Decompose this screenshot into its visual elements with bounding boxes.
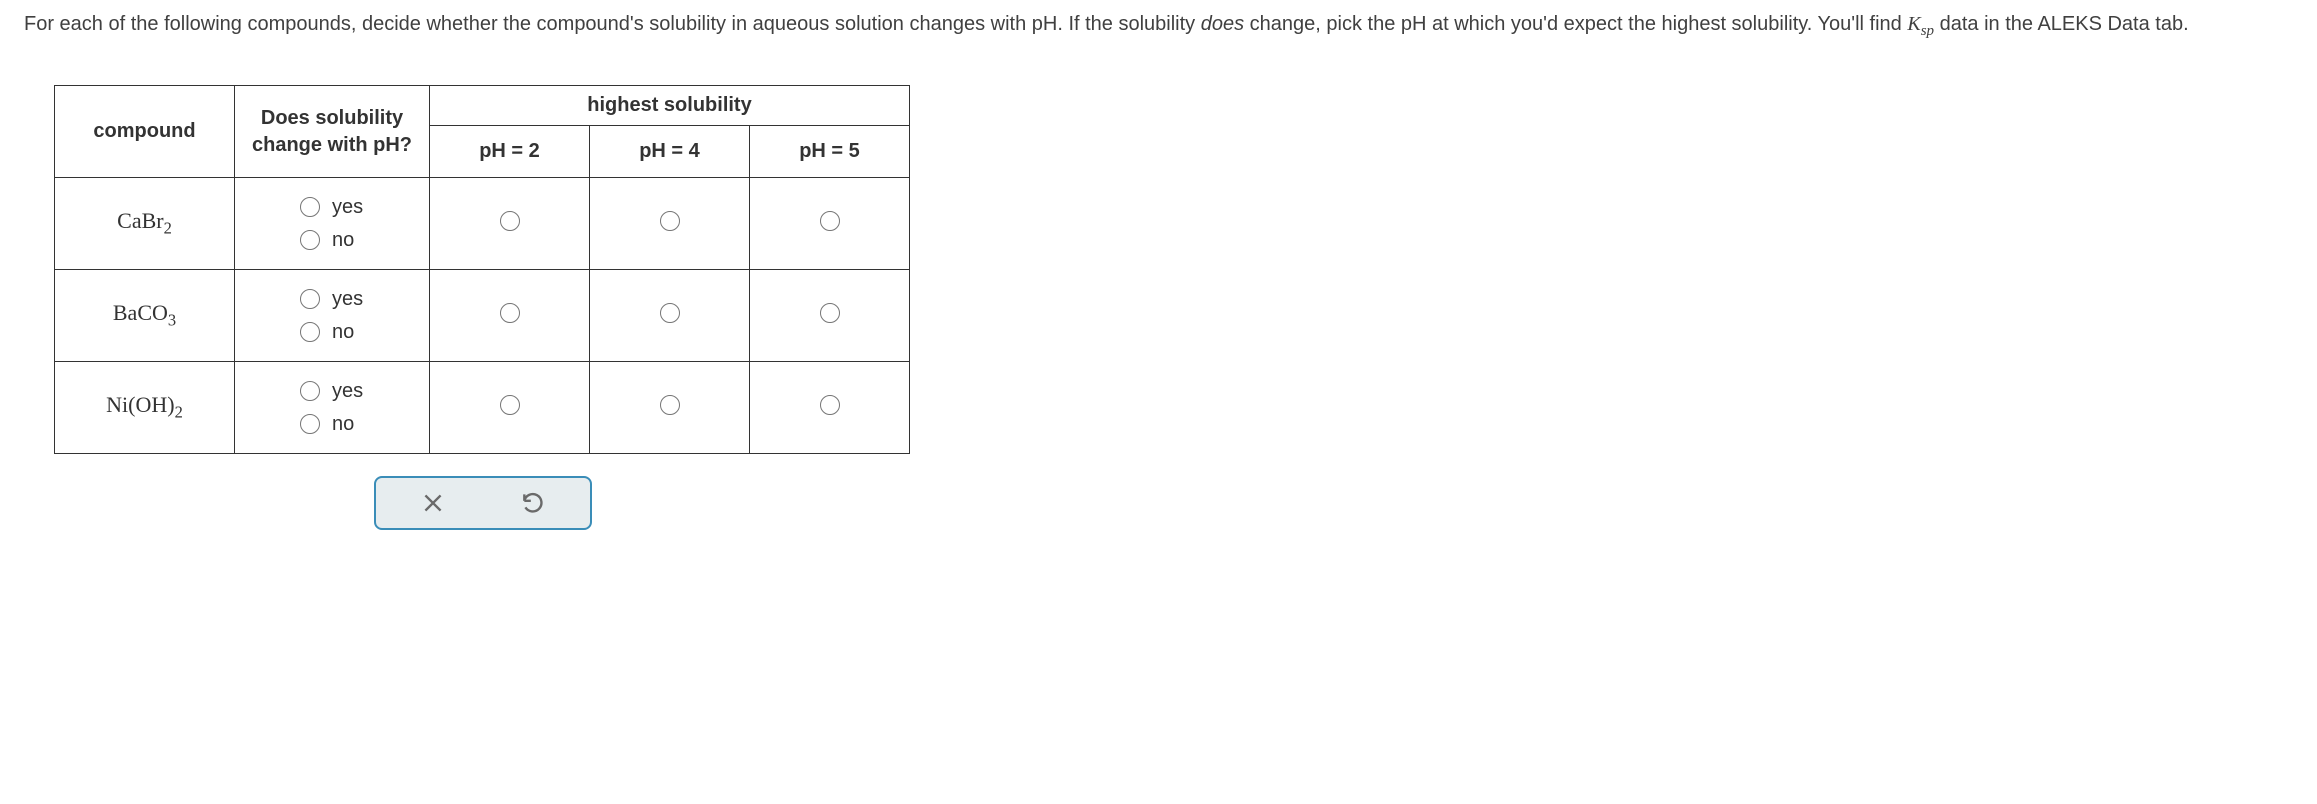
table-row: BaCO3 yes no bbox=[55, 270, 910, 362]
table-row: CaBr2 yes no bbox=[55, 178, 910, 270]
label-no: no bbox=[332, 321, 364, 344]
radio-ph5-1[interactable] bbox=[820, 211, 840, 231]
label-yes: yes bbox=[332, 288, 364, 311]
question-part2: change, pick the pH at which you'd expec… bbox=[1244, 13, 1907, 35]
compound-cabr2: CaBr2 bbox=[55, 178, 235, 270]
radio-yes-3[interactable] bbox=[300, 381, 320, 401]
change-cell-1: yes no bbox=[235, 178, 430, 270]
radio-ph5-2[interactable] bbox=[820, 303, 840, 323]
header-ph2: pH = 2 bbox=[430, 126, 590, 178]
radio-no-1[interactable] bbox=[300, 230, 320, 250]
label-yes: yes bbox=[332, 380, 364, 403]
radio-no-2[interactable] bbox=[300, 322, 320, 342]
header-ph5: pH = 5 bbox=[750, 126, 910, 178]
question-part1: For each of the following compounds, dec… bbox=[24, 13, 1201, 35]
close-icon bbox=[420, 490, 446, 516]
radio-ph2-1[interactable] bbox=[500, 211, 520, 231]
radio-no-3[interactable] bbox=[300, 414, 320, 434]
control-panel bbox=[374, 476, 592, 530]
header-change: Does solubility change with pH? bbox=[235, 86, 430, 178]
radio-ph2-3[interactable] bbox=[500, 395, 520, 415]
label-yes: yes bbox=[332, 196, 364, 219]
header-solubility: highest solubility bbox=[430, 86, 910, 126]
solubility-table: compound Does solubility change with pH?… bbox=[54, 85, 910, 454]
question-does: does bbox=[1201, 13, 1244, 35]
question-prompt: For each of the following compounds, dec… bbox=[24, 8, 2293, 43]
radio-yes-1[interactable] bbox=[300, 197, 320, 217]
table-row: Ni(OH)2 yes no bbox=[55, 362, 910, 454]
header-ph4: pH = 4 bbox=[590, 126, 750, 178]
header-compound: compound bbox=[55, 86, 235, 178]
undo-icon bbox=[520, 490, 546, 516]
compound-baco3: BaCO3 bbox=[55, 270, 235, 362]
radio-ph4-3[interactable] bbox=[660, 395, 680, 415]
radio-ph4-1[interactable] bbox=[660, 211, 680, 231]
radio-ph2-2[interactable] bbox=[500, 303, 520, 323]
radio-ph4-2[interactable] bbox=[660, 303, 680, 323]
label-no: no bbox=[332, 229, 364, 252]
label-no: no bbox=[332, 413, 364, 436]
clear-button[interactable] bbox=[418, 488, 448, 518]
ksp-symbol: Ksp bbox=[1907, 13, 1934, 35]
question-part3: data in the ALEKS Data tab. bbox=[1934, 13, 2189, 35]
change-cell-2: yes no bbox=[235, 270, 430, 362]
change-cell-3: yes no bbox=[235, 362, 430, 454]
radio-ph5-3[interactable] bbox=[820, 395, 840, 415]
radio-yes-2[interactable] bbox=[300, 289, 320, 309]
compound-nioh2: Ni(OH)2 bbox=[55, 362, 235, 454]
reset-button[interactable] bbox=[518, 488, 548, 518]
